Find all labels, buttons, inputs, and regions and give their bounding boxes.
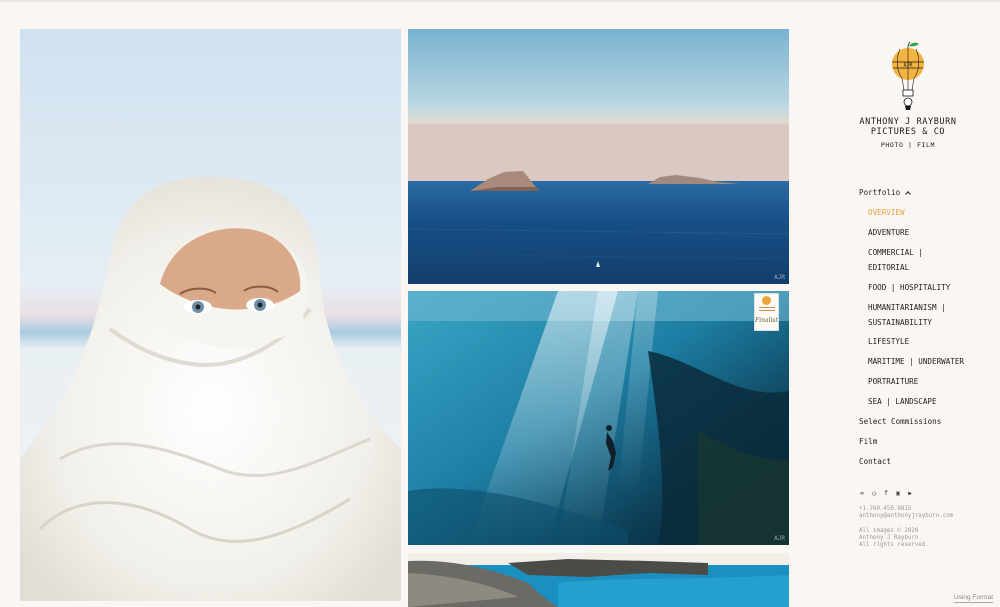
youtube-icon[interactable]: ▶ — [907, 491, 913, 497]
tripadvisor-icon[interactable]: ∞ — [859, 491, 865, 497]
nav-sustainability[interactable]: SUSTAINABILITY — [868, 318, 932, 328]
copyright-line-3: All rights reserved. — [859, 542, 929, 549]
nav-commercial[interactable]: COMMERCIAL | — [868, 248, 923, 258]
top-border — [0, 0, 1000, 2]
contact-email[interactable]: anthony@anthonyjrayburn.com — [859, 513, 953, 520]
facebook-icon[interactable]: f — [883, 491, 889, 497]
nav-film[interactable]: Film — [859, 437, 877, 447]
award-emblem-icon — [762, 296, 771, 305]
instagram-icon[interactable]: ◯ — [871, 491, 877, 497]
nav-portfolio-label: Portfolio — [859, 188, 901, 197]
vimeo-icon[interactable]: ▣ — [895, 491, 901, 497]
nav-editorial[interactable]: EDITORIAL — [868, 263, 909, 273]
contact-info: +1.760.450.0815 anthony@anthonyjrayburn.… — [859, 506, 953, 549]
sidebar: AJR ANTHONY J RAYBURN PICTURES & CO PHOT… — [848, 40, 998, 600]
logo-letters: AJR — [903, 63, 913, 69]
underwater-photo — [408, 291, 789, 545]
gallery-image-portrait[interactable] — [20, 29, 401, 601]
nav-sea-landscape[interactable]: SEA | LANDSCAPE — [868, 397, 937, 407]
chevron-up-icon — [905, 191, 911, 197]
nav-overview[interactable]: OVERVIEW — [868, 208, 905, 218]
nav-lifestyle[interactable]: LIFESTYLE — [868, 337, 909, 347]
portrait-photo — [20, 29, 401, 601]
gallery-image-islands[interactable]: AJR — [408, 29, 789, 284]
copyright-line-1: All images © 2020 — [859, 527, 919, 534]
brand-subtitle: PHOTO | FILM — [880, 141, 936, 149]
islands-photo — [408, 29, 789, 284]
gallery-image-underwater[interactable]: Finalist AJR — [408, 291, 789, 545]
brand-name-line-1: ANTHONY J RAYBURN — [859, 117, 957, 127]
social-links: ∞ ◯ f ▣ ▶ — [859, 491, 913, 497]
brand-logo[interactable]: AJR ANTHONY J RAYBURN PICTURES & CO PHOT… — [858, 40, 958, 149]
contact-phone[interactable]: +1.760.450.0815 — [859, 506, 953, 513]
nav-adventure[interactable]: ADVENTURE — [868, 228, 909, 238]
award-badge: Finalist — [754, 293, 779, 331]
balloon-logo-icon: AJR — [892, 41, 924, 110]
using-format-link[interactable]: Using Format — [954, 594, 994, 603]
brand-name-line-2: PICTURES & CO — [870, 127, 946, 137]
contact-spacer — [859, 521, 953, 528]
nav-maritime-underwater[interactable]: MARITIME | UNDERWATER — [868, 357, 964, 367]
nav-portfolio[interactable]: Portfolio — [859, 188, 911, 198]
gallery-image-coast[interactable] — [408, 553, 789, 607]
award-rule — [758, 310, 775, 311]
nav-food-hospitality[interactable]: FOOD | HOSPITALITY — [868, 283, 950, 293]
nav-portraiture[interactable]: PORTRAITURE — [868, 377, 918, 387]
award-label: Finalist — [755, 317, 778, 324]
watermark-text: AJR — [774, 535, 785, 542]
nav-select-commissions[interactable]: Select Commissions — [859, 417, 941, 427]
award-rule — [758, 307, 775, 308]
copyright-line-2: Anthony J Rayburn — [859, 534, 919, 541]
nav-humanitarianism[interactable]: HUMANITARIANISM | — [868, 303, 946, 313]
coast-photo — [408, 553, 789, 607]
watermark-text: AJR — [774, 274, 785, 281]
nav-contact[interactable]: Contact — [859, 457, 891, 467]
